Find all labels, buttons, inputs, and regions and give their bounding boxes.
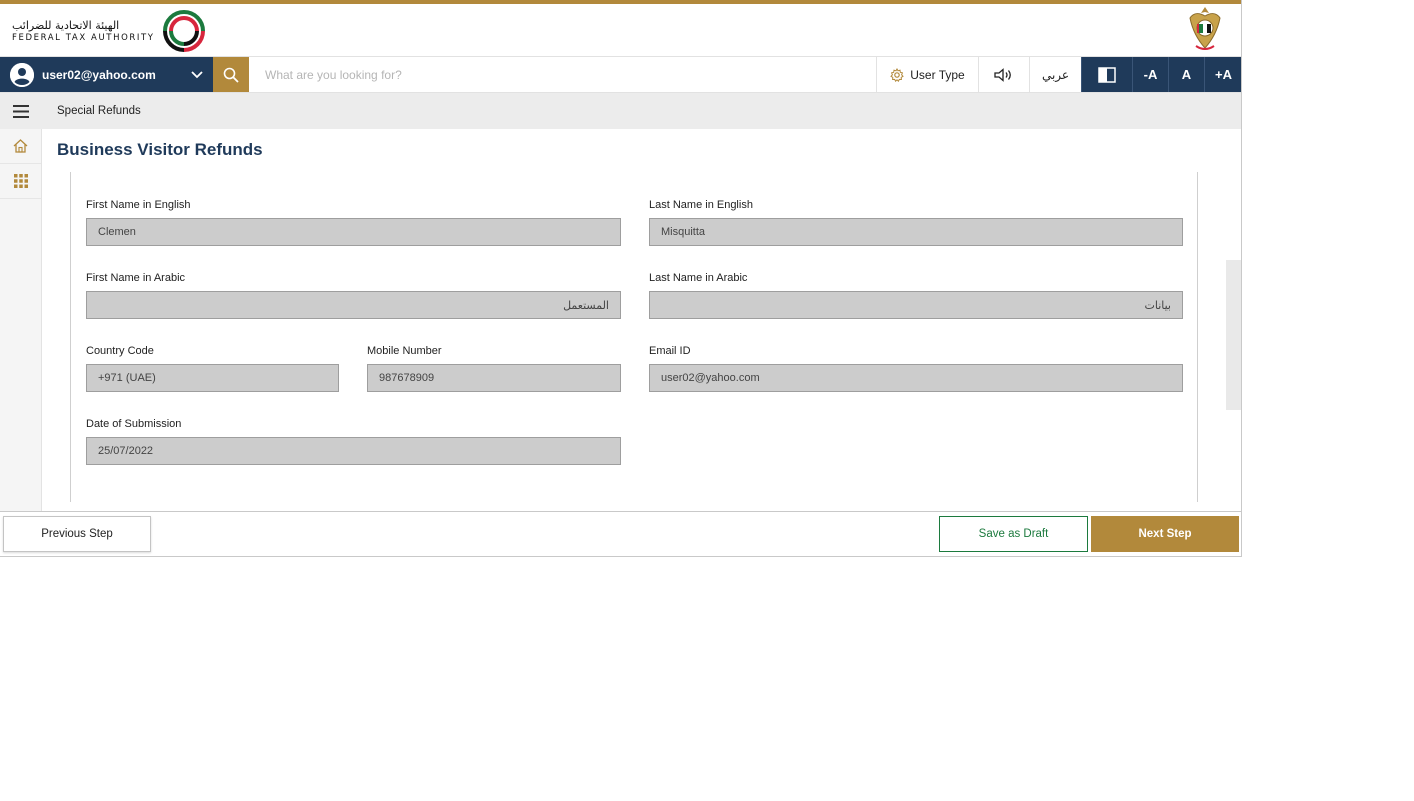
logo-arabic-text: الهيئة الاتحادية للضرائب <box>12 18 120 32</box>
fta-logo[interactable]: الهيئة الاتحادية للضرائب FEDERAL TAX AUT… <box>12 8 207 54</box>
app-window: الهيئة الاتحادية للضرائب FEDERAL TAX AUT… <box>0 0 1242 557</box>
country-code-field: Country Code +971 (UAE) <box>86 345 339 392</box>
side-rail <box>0 129 42 511</box>
last-name-ar-input[interactable]: بيانات <box>649 291 1183 319</box>
font-increase-button[interactable]: +A <box>1204 57 1241 92</box>
last-name-en-field: Last Name in English Misquitta <box>649 199 1183 246</box>
fta-logo-icon <box>162 10 205 52</box>
user-type-label: User Type <box>910 67 965 82</box>
last-name-ar-label: Last Name in Arabic <box>649 272 748 284</box>
first-name-en-field: First Name in English Clemen <box>86 199 621 246</box>
first-name-ar-field: First Name in Arabic المستعمل <box>86 272 621 319</box>
top-navbar: user02@yahoo.com User Type <box>0 56 1241 93</box>
user-avatar-icon <box>10 62 34 87</box>
email-label: Email ID <box>649 345 691 357</box>
language-toggle[interactable]: عربي <box>1029 57 1081 92</box>
apps-grid-button[interactable] <box>0 164 41 199</box>
scrollbar-thumb[interactable] <box>1226 260 1241 410</box>
breadcrumb: Special Refunds <box>0 93 1241 129</box>
page-title: Business Visitor Refunds <box>57 140 263 159</box>
logo-text: الهيئة الاتحادية للضرائب FEDERAL TAX AUT… <box>12 19 155 44</box>
mobile-number-field: Mobile Number 987678909 <box>367 345 621 392</box>
country-code-input[interactable]: +971 (UAE) <box>86 364 339 392</box>
search-button[interactable] <box>213 57 249 92</box>
footer-actions: Previous Step Save as Draft Next Step <box>0 511 1241 556</box>
user-email: user02@yahoo.com <box>42 67 156 82</box>
gear-icon <box>890 67 905 82</box>
search-icon <box>223 67 239 83</box>
first-name-en-label: First Name in English <box>86 199 191 211</box>
country-code-label: Country Code <box>86 345 154 357</box>
first-name-ar-label: First Name in Arabic <box>86 272 186 284</box>
contrast-icon <box>1098 66 1116 83</box>
search-input[interactable] <box>249 57 876 92</box>
mobile-number-label: Mobile Number <box>367 345 442 357</box>
first-name-ar-input[interactable]: المستعمل <box>86 291 621 319</box>
previous-step-button[interactable]: Previous Step <box>3 516 151 552</box>
email-input[interactable]: user02@yahoo.com <box>649 364 1183 392</box>
menu-toggle-button[interactable] <box>0 93 42 129</box>
chevron-down-icon <box>191 70 203 78</box>
submission-date-input[interactable]: 25/07/2022 <box>86 437 621 465</box>
grid-icon <box>13 174 28 188</box>
last-name-en-input[interactable]: Misquitta <box>649 218 1183 246</box>
speaker-icon <box>994 67 1011 82</box>
last-name-en-label: Last Name in English <box>649 199 753 211</box>
home-button[interactable] <box>0 129 41 164</box>
hamburger-icon <box>13 104 29 118</box>
submission-date-field: Date of Submission 25/07/2022 <box>86 418 621 465</box>
save-draft-button[interactable]: Save as Draft <box>939 516 1088 552</box>
mobile-number-input[interactable]: 987678909 <box>367 364 621 392</box>
breadcrumb-current: Special Refunds <box>57 105 141 117</box>
submission-date-label: Date of Submission <box>86 418 182 430</box>
email-field: Email ID user02@yahoo.com <box>649 345 1183 392</box>
user-type-button[interactable]: User Type <box>876 57 978 92</box>
logo-english-text: FEDERAL TAX AUTHORITY <box>12 32 155 43</box>
first-name-en-input[interactable]: Clemen <box>86 218 621 246</box>
home-icon <box>13 139 28 153</box>
last-name-ar-field: Last Name in Arabic بيانات <box>649 272 1183 319</box>
next-step-button[interactable]: Next Step <box>1091 516 1239 552</box>
text-to-speech-button[interactable] <box>978 57 1029 92</box>
user-menu[interactable]: user02@yahoo.com <box>0 57 213 92</box>
uae-emblem-icon <box>1189 7 1221 50</box>
header: الهيئة الاتحادية للضرائب FEDERAL TAX AUT… <box>0 4 1241 56</box>
contrast-toggle-button[interactable] <box>1081 57 1132 92</box>
font-decrease-button[interactable]: -A <box>1132 57 1168 92</box>
font-reset-button[interactable]: A <box>1168 57 1204 92</box>
